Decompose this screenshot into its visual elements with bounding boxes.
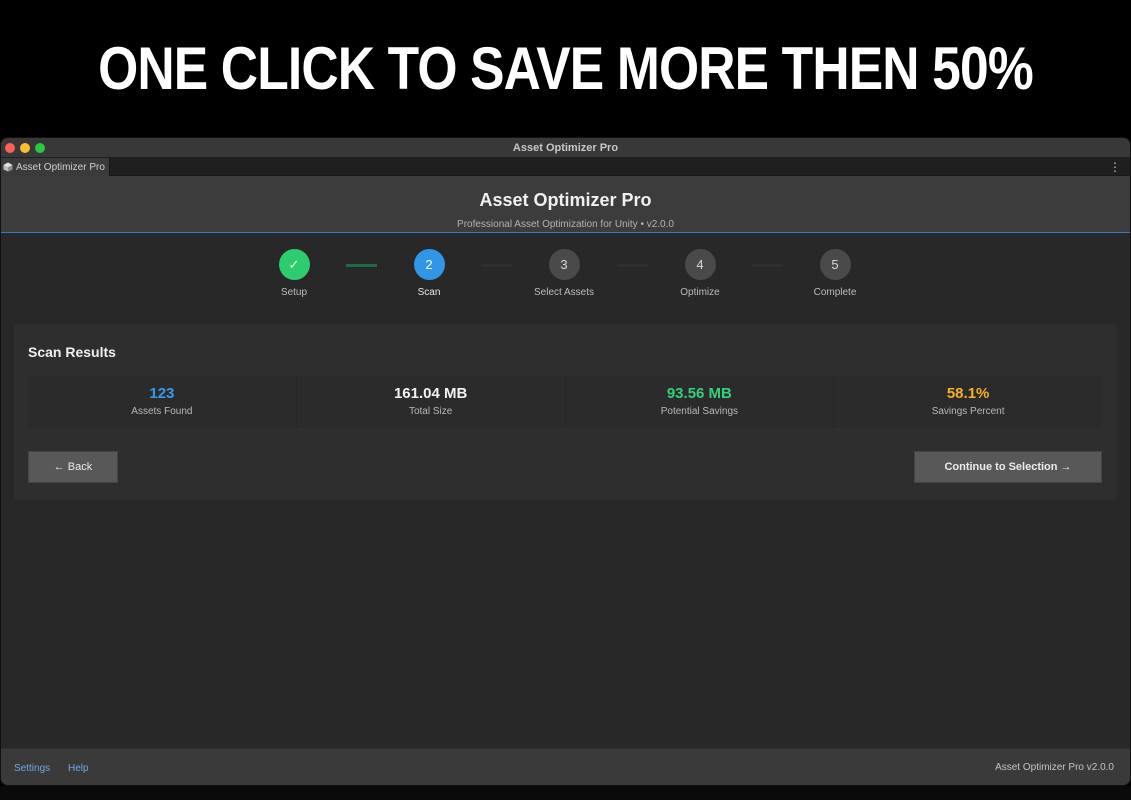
step-optimize[interactable]: 4 Optimize [650,249,750,298]
step-connector [617,264,648,267]
step-label: Setup [280,287,308,298]
step-number: 2 [413,249,445,280]
back-button[interactable]: ← Back [28,451,118,483]
app-title: Asset Optimizer Pro [479,190,652,210]
window-titlebar: Asset Optimizer Pro [1,138,1130,158]
editor-window: Asset Optimizer Pro Asset Optimizer Pro … [0,137,1131,786]
stat-value: 93.56 MB [666,385,732,402]
stat-savings-percent: 58.1% Savings Percent [834,376,1102,428]
stats-row: 123 Assets Found 161.04 MB Total Size 93… [28,376,1102,428]
step-label: Complete [813,287,857,298]
window-title: Asset Optimizer Pro [512,141,619,154]
stat-total-size: 161.04 MB Total Size [296,376,566,428]
step-setup[interactable]: ✓ Setup [244,249,344,298]
maximize-window-button[interactable] [35,143,45,153]
step-label: Select Assets [533,287,595,298]
scan-results-panel: Scan Results 123 Assets Found 161.04 MB … [14,324,1117,500]
scan-results-title: Scan Results [28,344,116,360]
help-link[interactable]: Help [68,763,89,774]
step-connector [481,264,512,267]
continue-to-selection-button[interactable]: Continue to Selection → [914,451,1102,483]
app-subtitle: Professional Asset Optimization for Unit… [457,219,674,230]
tab-label: Asset Optimizer Pro [16,161,105,173]
close-window-button[interactable] [5,143,15,153]
stat-caption: Total Size [408,406,453,417]
wizard-stepper: ✓ Setup 2 Scan 3 Select Assets 4 Optimiz… [1,234,1130,322]
version-text: Asset Optimizer Pro v2.0.0 [995,762,1114,773]
unity-cube-icon [3,162,13,172]
step-number: 5 [819,249,851,280]
step-label: Optimize [680,287,720,298]
promo-banner: ONE CLICK TO SAVE MORE THEN 50% [0,0,1131,136]
stat-assets-found: 123 Assets Found [28,376,297,428]
step-connector [752,264,783,267]
app-footer: Settings Help Asset Optimizer Pro v2.0.0 [1,748,1130,785]
step-complete[interactable]: 5 Complete [785,249,885,298]
stat-caption: Savings Percent [931,406,1005,417]
stat-value: 161.04 MB [393,385,468,402]
promo-headline: ONE CLICK TO SAVE MORE THEN 50% [98,34,1034,102]
more-options-icon[interactable]: ⋮ [1109,160,1121,174]
tab-asset-optimizer[interactable]: Asset Optimizer Pro [1,158,110,176]
step-number: 4 [684,249,716,280]
stat-value: 123 [149,385,175,402]
tab-bar: Asset Optimizer Pro ⋮ [1,158,1130,176]
app-header: Asset Optimizer Pro Professional Asset O… [1,176,1130,233]
minimize-window-button[interactable] [20,143,30,153]
background-strip [0,786,1131,800]
step-connector [346,264,377,267]
step-select-assets[interactable]: 3 Select Assets [514,249,614,298]
step-scan[interactable]: 2 Scan [379,249,479,298]
window-controls [5,143,45,153]
step-number: 3 [548,249,580,280]
step-label: Scan [417,287,441,298]
stat-caption: Potential Savings [660,406,739,417]
stat-value: 58.1% [946,385,990,402]
step-check-icon: ✓ [278,249,310,280]
stat-potential-savings: 93.56 MB Potential Savings [565,376,835,428]
stat-caption: Assets Found [131,406,193,417]
settings-link[interactable]: Settings [14,763,50,774]
